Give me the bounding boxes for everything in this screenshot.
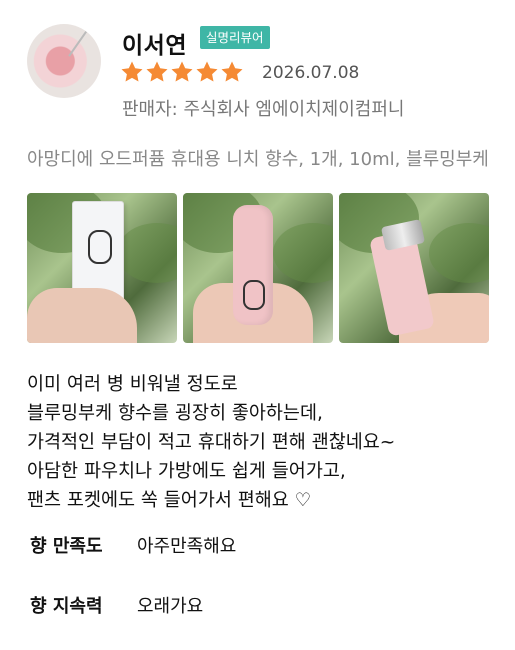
perfume-tube [233,205,273,325]
review-line: 가격적인 부담이 적고 휴대하기 편해 괜찮네요~ [27,432,396,453]
star-icon [146,61,168,82]
verified-reviewer-badge: 실명리뷰어 [200,26,270,49]
product-title[interactable]: 아망디에 오드퍼퓸 휴대용 니치 향수, 1개, 10ml, 블루밍부케 [27,145,515,171]
fork-decor [68,30,101,68]
star-icon [171,61,193,82]
review-line: 팬츠 포켓에도 쏙 들어가서 편해요 ♡ [27,490,312,511]
scent-satisfaction-value: 아주만족해요 [137,536,237,557]
review-photo-3[interactable] [339,193,489,343]
reviewer-avatar [27,24,101,98]
star-icon [196,61,218,82]
rating-stars [120,60,244,86]
review-photo-2[interactable] [183,193,333,343]
star-icon [221,61,243,82]
review-line: 아담한 파우치나 가방에도 쉽게 들어가고, [27,461,346,482]
reviewer-name: 이서연 [122,33,187,59]
review-line: 이미 여러 병 비워낼 정도로 [27,374,238,395]
seller-name: 판매자: 주식회사 엠에이치제이컴퍼니 [122,99,405,120]
review-body: 이미 여러 병 비워낼 정도로 블루밍부케 향수를 굉장히 좋아하는데, 가격적… [27,370,395,515]
review-photo-1[interactable] [27,193,177,343]
review-date: 2026.07.08 [262,63,360,83]
scent-longevity-value: 오래가요 [137,596,204,617]
star-icon [121,61,143,82]
scent-satisfaction-label: 향 만족도 [30,536,103,557]
scent-longevity-label: 향 지속력 [30,596,103,617]
review-line: 블루밍부케 향수를 굉장히 좋아하는데, [27,403,323,424]
